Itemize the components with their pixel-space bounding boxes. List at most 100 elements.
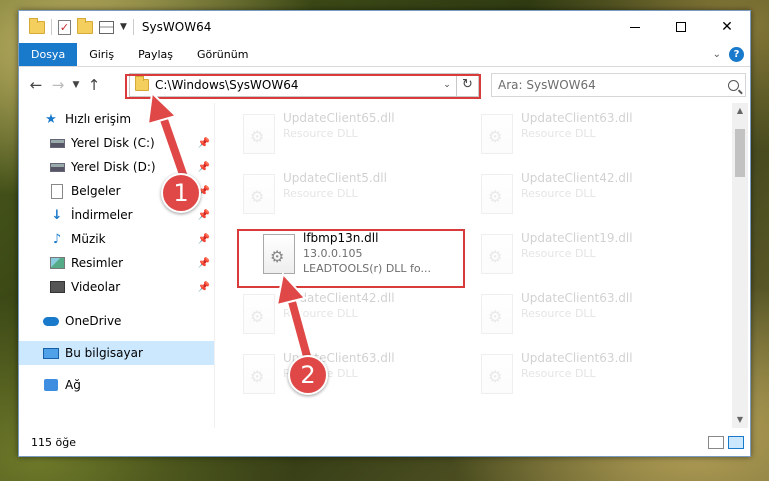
- maximize-button[interactable]: [658, 11, 704, 43]
- pin-icon: 📌: [197, 281, 210, 293]
- pin-icon: 📌: [197, 137, 210, 149]
- file-description: Resource DLL: [521, 367, 596, 380]
- tab-paylas[interactable]: Paylaş: [126, 43, 185, 66]
- sidebar-item-label: Belgeler: [71, 184, 121, 198]
- search-icon[interactable]: [728, 79, 739, 91]
- document-icon: [51, 183, 63, 199]
- search-input[interactable]: Ara: SysWOW64: [498, 78, 596, 92]
- file-name: UpdateClient42.dll: [521, 171, 633, 185]
- maximize-icon: [676, 22, 686, 32]
- window-controls: ✕: [612, 11, 750, 43]
- ribbon-tabs: Dosya Giriş Paylaş Görünüm ⌄ ?: [19, 43, 750, 67]
- window-title: SysWOW64: [141, 20, 212, 34]
- callout-step-1: 1: [161, 173, 201, 213]
- file-name: UpdateClient5.dll: [283, 171, 387, 185]
- list-item[interactable]: UpdateClient5.dll Resource DLL: [239, 167, 459, 221]
- minimize-button[interactable]: [612, 11, 658, 43]
- download-icon: ↓: [51, 207, 63, 223]
- pane-divider[interactable]: [214, 103, 215, 428]
- back-arrow-icon[interactable]: ←: [25, 76, 47, 94]
- file-description: Resource DLL: [521, 307, 596, 320]
- close-button[interactable]: ✕: [704, 11, 750, 43]
- list-item[interactable]: UpdateClient63.dll Resource DLL: [477, 107, 697, 161]
- new-folder-icon[interactable]: [77, 17, 93, 34]
- callout-step-2: 2: [288, 355, 328, 395]
- minimize-icon: [630, 26, 640, 28]
- file-description: Resource DLL: [283, 307, 358, 320]
- pin-icon: 📌: [197, 233, 210, 245]
- list-item[interactable]: UpdateClient65.dll Resource DLL: [239, 107, 459, 161]
- sidebar-item-label: Yerel Disk (D:): [71, 160, 156, 174]
- file-name: UpdateClient19.dll: [521, 231, 633, 245]
- dll-file-icon: [481, 294, 513, 334]
- drive-icon: [49, 162, 65, 172]
- details-view-icon[interactable]: [708, 436, 724, 449]
- close-icon: ✕: [721, 19, 733, 35]
- dll-file-icon: [481, 114, 513, 154]
- toolbar-separator: [132, 19, 134, 35]
- sidebar-item-label: Yerel Disk (C:): [71, 136, 155, 150]
- list-item[interactable]: UpdateClient63.dll Resource DLL: [477, 347, 697, 401]
- properties-check-icon[interactable]: ✓: [58, 19, 71, 35]
- file-name: UpdateClient65.dll: [283, 111, 395, 125]
- list-item[interactable]: UpdateClient63.dll Resource DLL: [477, 287, 697, 341]
- address-highlight-box: [125, 74, 481, 99]
- drive-icon: [49, 138, 65, 148]
- music-icon: ♪: [52, 231, 62, 247]
- help-icon[interactable]: ?: [729, 47, 744, 62]
- sidebar-item-label: OneDrive: [65, 314, 122, 328]
- scroll-thumb[interactable]: [735, 129, 745, 177]
- pin-icon: 📌: [197, 161, 210, 173]
- star-icon: ★: [45, 111, 57, 127]
- scroll-up-icon[interactable]: ▲: [732, 103, 748, 119]
- ribbon-right-controls: ⌄ ?: [713, 47, 744, 62]
- quick-access-toolbar: ✓ ▼: [19, 17, 134, 35]
- network-icon: [44, 379, 58, 391]
- sidebar-item-videos[interactable]: Videolar 📌: [19, 275, 214, 299]
- pictures-icon: [49, 257, 65, 269]
- sidebar-item-label: Videolar: [71, 280, 121, 294]
- recent-locations-chevron-icon[interactable]: ▼: [69, 80, 83, 90]
- cloud-icon: [43, 316, 59, 326]
- expand-ribbon-chevron-icon[interactable]: ⌄: [713, 49, 721, 60]
- up-arrow-icon[interactable]: ↑: [83, 76, 105, 94]
- pin-icon: 📌: [197, 209, 210, 221]
- sidebar-item-label: Ağ: [65, 378, 81, 392]
- list-item[interactable]: UpdateClient19.dll Resource DLL: [477, 227, 697, 281]
- file-description: Resource DLL: [521, 187, 596, 200]
- sidebar-item-label: Bu bilgisayar: [65, 346, 143, 360]
- list-item[interactable]: UpdateClient42.dll Resource DLL: [477, 167, 697, 221]
- sidebar-item-network[interactable]: Ağ: [19, 373, 214, 397]
- file-name: UpdateClient63.dll: [521, 351, 633, 365]
- dll-file-icon: [243, 174, 275, 214]
- folder-icon: [29, 17, 45, 34]
- forward-arrow-icon[interactable]: →: [47, 76, 69, 94]
- dll-file-icon: [243, 294, 275, 334]
- list-item[interactable]: UpdateClient42.dll Resource DLL: [239, 287, 459, 341]
- tab-gorunum[interactable]: Görünüm: [185, 43, 260, 66]
- sidebar-item-quick-access[interactable]: ★ Hızlı erişim: [19, 107, 214, 131]
- list-item[interactable]: UpdateClient63.dll Resource DLL: [239, 347, 459, 401]
- vertical-scrollbar[interactable]: ▲ ▼: [732, 103, 748, 428]
- tiles-view-icon[interactable]: [728, 436, 744, 449]
- customize-toolbar-chevron-icon[interactable]: ▼: [120, 22, 127, 32]
- file-name: UpdateClient63.dll: [521, 111, 633, 125]
- tab-giris[interactable]: Giriş: [77, 43, 126, 66]
- scroll-down-icon[interactable]: ▼: [732, 412, 748, 428]
- tab-dosya[interactable]: Dosya: [19, 43, 78, 66]
- title-bar: ✓ ▼ SysWOW64 ✕: [19, 11, 750, 43]
- search-box[interactable]: Ara: SysWOW64: [491, 73, 746, 97]
- navigation-pane: ★ Hızlı erişim Yerel Disk (C:) 📌 Yerel D…: [19, 103, 214, 428]
- file-description: Resource DLL: [521, 247, 596, 260]
- file-description: Resource DLL: [283, 127, 358, 140]
- computer-icon: [43, 347, 59, 359]
- sidebar-item-label: İndirmeler: [71, 208, 133, 222]
- sidebar-item-local-disk-c[interactable]: Yerel Disk (C:) 📌: [19, 131, 214, 155]
- sidebar-item-onedrive[interactable]: OneDrive: [19, 309, 214, 333]
- sidebar-item-this-pc[interactable]: Bu bilgisayar: [19, 341, 214, 365]
- dll-file-icon: [243, 354, 275, 394]
- sidebar-item-music[interactable]: ♪ Müzik 📌: [19, 227, 214, 251]
- properties-icon[interactable]: [99, 20, 114, 34]
- dll-file-icon: [243, 114, 275, 154]
- sidebar-item-pictures[interactable]: Resimler 📌: [19, 251, 214, 275]
